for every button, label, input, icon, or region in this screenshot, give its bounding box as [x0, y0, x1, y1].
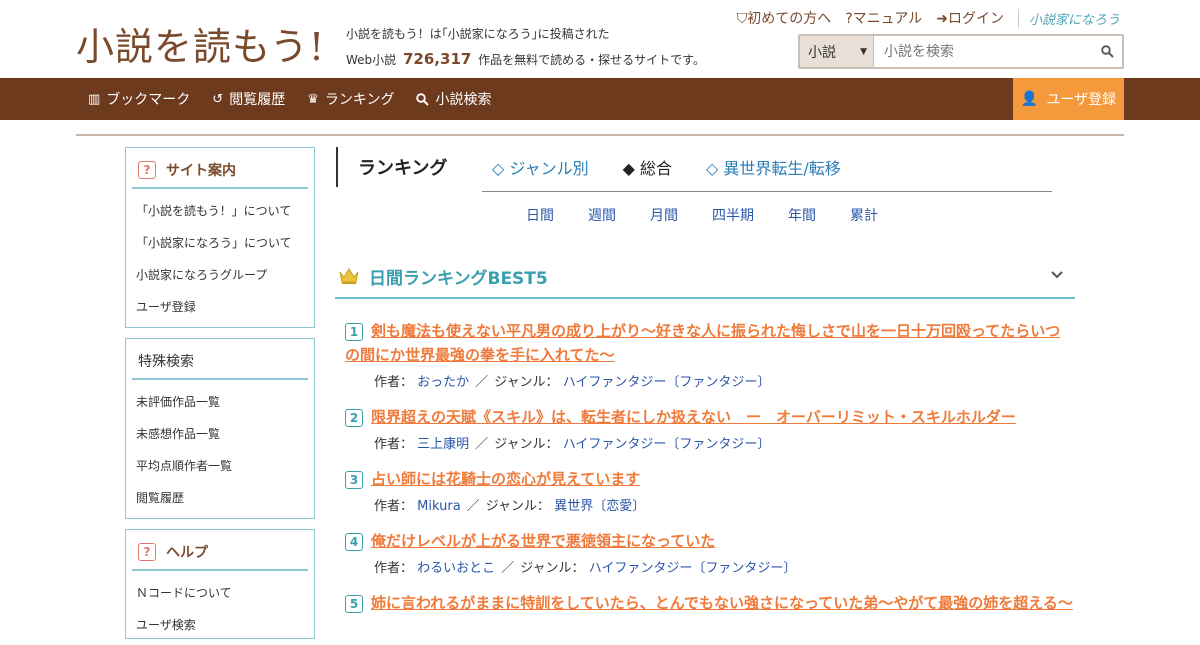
login-icon: ➜: [936, 11, 948, 27]
nav-search[interactable]: 小説検索: [416, 89, 491, 109]
tagline-prefix: Web小説: [346, 53, 397, 67]
ranking-entry-3: 3 占い師には花騎士の恋心が見えています 作者： Mikura ／ジャンル： 異世界…: [345, 467, 1075, 514]
register-button[interactable]: 👤 ユーザ登録: [1013, 78, 1124, 120]
author-link[interactable]: 三上康明: [417, 437, 469, 452]
entry-meta: 作者： Mikura ／ジャンル： 異世界〔恋愛〕: [374, 499, 646, 514]
novel-title-link[interactable]: 剣も魔法も使えない平凡男の成り上がり〜好きな人に振られた悔しさで山を一日十万回殴…: [345, 322, 1060, 364]
dropdown-arrow-icon: ▼: [860, 46, 867, 57]
tagline-line1: 小説を読もう！は｢小説家になろう｣に投稿された: [346, 27, 610, 41]
work-count: 726,317: [403, 50, 472, 68]
ranking-entry-2: 2 限界超えの天賦《スキル》は、転生者にしか扱えない ー オーバーリミット・スキル…: [345, 405, 1075, 452]
sidebar-guide: ? サイト案内 「小説を読もう！」について 「小説家になろう」について 小説家にな…: [125, 147, 315, 328]
first-time-link[interactable]: ⛉初めての方へ: [737, 8, 832, 28]
sidebar-help-heading: ? ヘルプ: [132, 536, 308, 571]
genre-link[interactable]: 異世界〔恋愛〕: [554, 499, 645, 514]
rank-badge: 5: [345, 594, 363, 613]
nav-ranking[interactable]: ♛ ランキング: [307, 89, 394, 109]
tagline: 小説を読もう！は｢小説家になろう｣に投稿された Web小説 726,317 作品…: [346, 22, 705, 73]
sidebar-special: 特殊検索 未評価作品一覧 未感想作品一覧 平均点順作者一覧 閲覧履歴: [125, 338, 315, 519]
sidebar-item-ncode[interactable]: Ｎコードについて: [136, 577, 304, 609]
entry-meta: 作者： わるいおとこ／ジャンル： ハイファンタジー〔ファンタジー〕: [374, 561, 797, 576]
search-bar: 小説 ▼: [798, 34, 1124, 69]
sidebar-item-unrated[interactable]: 未評価作品一覧: [136, 386, 304, 418]
sidebar-item-register[interactable]: ユーザ登録: [136, 291, 304, 323]
tagline-line2: Web小説 726,317 作品を無料で読める・探せるサイトです。: [346, 47, 705, 73]
help-icon: ?: [138, 543, 156, 561]
sidebar-item-history[interactable]: 閲覧履歴: [136, 482, 304, 514]
search-category-select[interactable]: 小説 ▼: [800, 36, 874, 67]
ranking-entry-4: 4 俺だけレベルが上がる世界で悪徳領主になっていた 作者： わるいおとこ／ジャンル…: [345, 529, 1075, 576]
shield-icon: ⛉: [736, 11, 748, 27]
rank-badge: 1: [345, 322, 363, 341]
search-icon: [416, 92, 430, 106]
rank-badge: 3: [345, 470, 363, 489]
crown-icon: ♛: [307, 91, 319, 107]
ranking-entry-5: 5 姉に言われるがままに特訓をしていたら、とんでもない強さになっていた弟～やがて最…: [345, 591, 1075, 615]
novel-title-link[interactable]: 俺だけレベルが上がる世界で悪徳領主になっていた: [371, 532, 715, 550]
best5-title: 日間ランキングBEST5: [369, 268, 548, 289]
period-links: 日間 週間 月間 四半期 年間 累計: [526, 205, 878, 225]
top-links: ⛉初めての方へ ?マニュアル ➜ログイン 小説家になろう: [737, 8, 1120, 28]
novel-title-link[interactable]: 限界超えの天賦《スキル》は、転生者にしか扱えない ー オーバーリミット・スキルホ…: [371, 408, 1016, 426]
period-yearly[interactable]: 年間: [788, 205, 850, 225]
nav-history[interactable]: ↺ 閲覧履歴: [212, 89, 285, 109]
period-weekly[interactable]: 週間: [588, 205, 650, 225]
chevron-down-icon[interactable]: [1051, 267, 1063, 283]
tab-genre[interactable]: ◇ ジャンル別: [492, 155, 589, 179]
user-icon: 👤: [1020, 91, 1039, 107]
question-circle-icon: ?: [845, 11, 853, 27]
manual-link[interactable]: ?マニュアル: [845, 8, 922, 28]
bookmark-icon: ▥: [88, 91, 101, 107]
tagline-suffix: 作品を無料で読める・探せるサイトです。: [478, 53, 705, 67]
genre-link[interactable]: ハイファンタジー〔ファンタジー〕: [563, 375, 771, 390]
novel-title-link[interactable]: 占い師には花騎士の恋心が見えています: [371, 470, 640, 488]
sidebar-help: ? ヘルプ Ｎコードについて ユーザ検索: [125, 529, 315, 639]
ranking-heading: ランキング: [336, 147, 447, 187]
tab-overall[interactable]: ◆ 総合: [623, 155, 672, 179]
sidebar-item-about-yomou[interactable]: 「小説を読もう！」について: [136, 195, 304, 227]
help-icon: ?: [138, 161, 156, 179]
author-link[interactable]: おったか: [417, 375, 469, 390]
login-link[interactable]: ➜ログイン: [936, 8, 1004, 28]
period-daily[interactable]: 日間: [526, 205, 588, 225]
entry-meta: 作者： おったか／ジャンル： ハイファンタジー〔ファンタジー〕: [374, 375, 771, 390]
period-quarterly[interactable]: 四半期: [712, 205, 788, 225]
rank-badge: 2: [345, 408, 363, 427]
tab-isekai[interactable]: ◇ 異世界転生/転移: [706, 155, 841, 179]
genre-link[interactable]: ハイファンタジー〔ファンタジー〕: [589, 561, 797, 576]
search-input[interactable]: [874, 36, 1092, 67]
genre-link[interactable]: ハイファンタジー〔ファンタジー〕: [563, 437, 771, 452]
sidebar-guide-heading: ? サイト案内: [132, 154, 308, 189]
crown-icon: [339, 268, 359, 284]
entry-meta: 作者： 三上康明／ジャンル： ハイファンタジー〔ファンタジー〕: [374, 437, 771, 452]
daily-best5-header[interactable]: 日間ランキングBEST5: [335, 255, 1075, 299]
sidebar-item-about-narou[interactable]: 「小説家になろう」について: [136, 227, 304, 259]
search-category-value: 小説: [808, 44, 836, 61]
search-button[interactable]: [1092, 36, 1122, 67]
author-link[interactable]: Mikura: [417, 499, 461, 514]
site-logo[interactable]: 小説を読もう!: [76, 16, 325, 71]
sidebar-special-heading: 特殊検索: [132, 345, 308, 380]
period-monthly[interactable]: 月間: [650, 205, 712, 225]
site-header: 小説を読もう! 小説を読もう！は｢小説家になろう｣に投稿された Web小説 72…: [0, 0, 1200, 78]
history-icon: ↺: [212, 91, 224, 107]
nav-bookmark[interactable]: ▥ ブックマーク: [88, 89, 190, 109]
search-icon: [1100, 45, 1114, 58]
sidebar-item-group[interactable]: 小説家になろうグループ: [136, 259, 304, 291]
sidebar-item-no-review[interactable]: 未感想作品一覧: [136, 418, 304, 450]
tab-divider: [482, 191, 1052, 192]
period-total[interactable]: 累計: [850, 205, 878, 225]
sidebar-item-avg-authors[interactable]: 平均点順作者一覧: [136, 450, 304, 482]
author-link[interactable]: わるいおとこ: [417, 561, 495, 576]
novel-title-link[interactable]: 姉に言われるがままに特訓をしていたら、とんでもない強さになっていた弟～やがて最強…: [371, 594, 1073, 612]
ranking-tabs: ◇ ジャンル別 ◆ 総合 ◇ 異世界転生/転移: [492, 155, 841, 179]
sidebar-item-user-search[interactable]: ユーザ検索: [136, 609, 304, 641]
main-nav: ▥ ブックマーク ↺ 閲覧履歴 ♛ ランキング 小説検索 👤 ユーザ登録: [0, 78, 1200, 120]
rank-badge: 4: [345, 532, 363, 551]
narou-logo-link[interactable]: 小説家になろう: [1017, 8, 1120, 28]
ranking-entry-1: 1 剣も魔法も使えない平凡男の成り上がり〜好きな人に振られた悔しさで山を一日十万回…: [345, 319, 1075, 390]
page-title: ランキング: [358, 158, 448, 179]
